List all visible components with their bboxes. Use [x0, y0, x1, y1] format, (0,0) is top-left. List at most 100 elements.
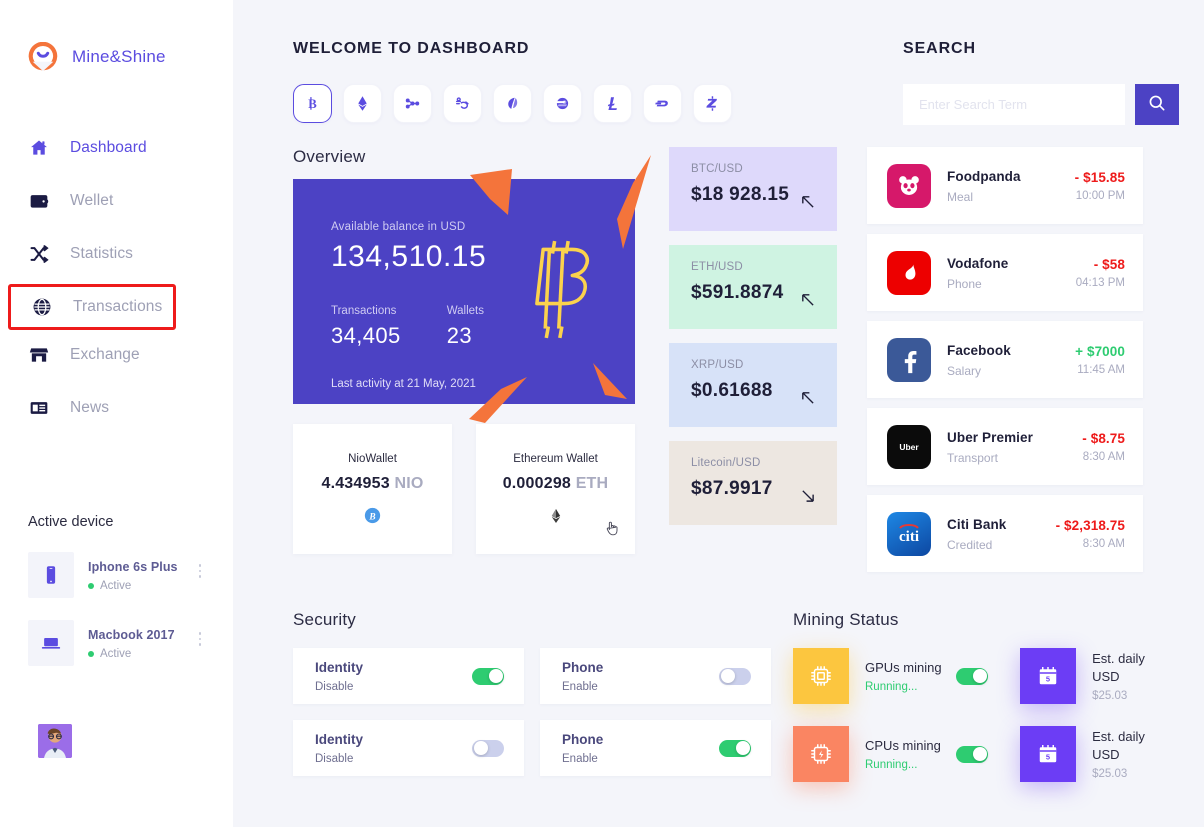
- transaction-time: 11:45 AM: [1077, 363, 1125, 376]
- price-card[interactable]: BTC/USD $18 928.15: [669, 147, 837, 231]
- security-heading: Security: [293, 610, 357, 629]
- price-card[interactable]: XRP/USD $0.61688: [669, 343, 837, 427]
- ripple-icon: [404, 95, 421, 112]
- mineshine-logo-icon: [28, 41, 58, 72]
- sidebar-item-label: Wellet: [70, 192, 114, 209]
- shuffle-icon: [28, 243, 50, 265]
- transaction-row[interactable]: Vodafone Phone - $58 04:13 PM: [867, 234, 1143, 311]
- transaction-info: Uber Premier Transport: [947, 429, 1082, 465]
- mining-toggle[interactable]: [956, 745, 989, 763]
- coin-button-ethereum[interactable]: [343, 84, 382, 123]
- coin-button-dash-circle[interactable]: [543, 84, 582, 123]
- mining-section: Mining Status GPUs mining Running... 5 E…: [793, 610, 1168, 804]
- ethereum-icon: [354, 95, 371, 112]
- store-icon: [28, 344, 50, 366]
- wallet-card[interactable]: Ethereum Wallet 0.000298 ETH: [476, 424, 635, 554]
- device-name: Iphone 6s Plus: [88, 560, 178, 574]
- sidebar-item-news[interactable]: News: [0, 390, 233, 426]
- security-card-sub: Disable: [315, 681, 354, 693]
- dashboard-app: Mine&Shine Dashboard Wellet Statistics T…: [0, 0, 1204, 827]
- security-card[interactable]: Identity Disable: [293, 720, 524, 776]
- price-card[interactable]: Litecoin/USD $87.9917: [669, 441, 837, 525]
- security-toggle[interactable]: [719, 739, 751, 757]
- price-card[interactable]: ETH/USD $591.8874: [669, 245, 837, 329]
- device-list-item[interactable]: Macbook 2017 Active: [0, 620, 233, 666]
- security-toggle[interactable]: [472, 667, 504, 685]
- lower-row: Security Identity Disable Phone Enable I…: [233, 582, 1204, 804]
- sidebar-item-exchange[interactable]: Exchange: [0, 337, 233, 373]
- dash-icon: [654, 95, 671, 112]
- security-card[interactable]: Phone Enable: [540, 720, 771, 776]
- status-dot: [88, 651, 94, 657]
- phone-icon: [28, 552, 74, 598]
- news-icon: [28, 397, 50, 419]
- transaction-row[interactable]: Foodpanda Meal - $15.85 10:00 PM: [867, 147, 1143, 224]
- overview-column: Overview Available balance in USD 134,51…: [293, 147, 651, 554]
- security-card-sub: Disable: [315, 753, 354, 765]
- wallet-name: NioWallet: [348, 452, 397, 465]
- security-card-text: Identity Disable: [315, 659, 363, 693]
- sidebar-item-transactions[interactable]: Transactions: [8, 284, 176, 330]
- transaction-row[interactable]: citi Citi Bank Credited - $2,318.75 8:30…: [867, 495, 1143, 572]
- last-activity: Last activity at 21 May, 2021: [331, 378, 476, 390]
- mining-status-text: Running...: [865, 681, 918, 693]
- security-card-title: Phone: [562, 732, 604, 747]
- wallet-card[interactable]: NioWallet 4.434953 NIO B: [293, 424, 452, 554]
- wallet-amount-value: 0.000298: [502, 474, 572, 492]
- security-toggle[interactable]: [719, 667, 751, 685]
- search-input[interactable]: [903, 84, 1125, 125]
- svg-text:5: 5: [1046, 752, 1050, 761]
- sidebar-item-wellet[interactable]: Wellet: [0, 183, 233, 219]
- security-toggle[interactable]: [472, 739, 504, 757]
- avatar[interactable]: [38, 724, 72, 758]
- mining-toggle[interactable]: [956, 667, 989, 685]
- svg-text:B: B: [368, 512, 375, 522]
- coin-button-bitcoin[interactable]: B: [293, 84, 332, 123]
- wallet-icon: [28, 190, 50, 212]
- neo-icon: [504, 95, 521, 112]
- coin-button-neo[interactable]: [493, 84, 532, 123]
- svg-text:5: 5: [1046, 674, 1050, 683]
- device-menu-button[interactable]: [198, 564, 201, 578]
- sidebar-item-label: Dashboard: [70, 139, 147, 156]
- wallets-stat: Wallets 23: [447, 305, 484, 349]
- transaction-meta: - $2,318.75 8:30 AM: [1056, 518, 1125, 550]
- coin-button-steem[interactable]: [443, 84, 482, 123]
- brand-name: Mine&Shine: [72, 47, 166, 66]
- mining-info: GPUs mining Running...: [865, 659, 950, 693]
- sidebar-item-statistics[interactable]: Statistics: [0, 236, 233, 272]
- device-menu-button[interactable]: [198, 632, 201, 646]
- wallet-amount-value: 4.434953: [321, 474, 390, 492]
- coin-button-dash[interactable]: [643, 84, 682, 123]
- search-icon: [1147, 93, 1167, 116]
- transaction-name: Foodpanda: [947, 168, 1021, 184]
- search-block: SEARCH: [903, 40, 1179, 125]
- device-list-item[interactable]: Iphone 6s Plus Active: [0, 552, 233, 598]
- sidebar-item-dashboard[interactable]: Dashboard: [0, 130, 233, 166]
- coin-selector: B: [293, 84, 903, 123]
- coin-button-zcash[interactable]: [693, 84, 732, 123]
- calendar-icon: 5: [1020, 648, 1077, 704]
- coin-button-litecoin[interactable]: [593, 84, 632, 123]
- transaction-category: Phone: [947, 276, 982, 291]
- brand[interactable]: Mine&Shine: [0, 0, 233, 72]
- uber-logo: Uber: [887, 424, 931, 469]
- trend-up-icon: [802, 294, 814, 306]
- sidebar-item-label: Exchange: [70, 346, 140, 363]
- mining-estimate-label: Est. daily USD: [1092, 729, 1145, 762]
- balance-card: Available balance in USD 134,510.15 Tran…: [293, 155, 651, 423]
- price-value: $0.61688: [691, 380, 773, 401]
- security-card[interactable]: Phone Enable: [540, 648, 771, 704]
- device-info: Macbook 2017 Active: [88, 626, 175, 660]
- transaction-row[interactable]: Facebook Salary + $7000 11:45 AM: [867, 321, 1143, 398]
- transaction-row[interactable]: Uber Uber Premier Transport - $8.75 8:30…: [867, 408, 1143, 485]
- header-row: WELCOME TO DASHBOARD B SEARCH Enter Sear…: [233, 0, 1204, 125]
- svg-text:citi: citi: [899, 529, 919, 545]
- coin-button-ripple[interactable]: [393, 84, 432, 123]
- price-pair: BTC/USD: [691, 163, 743, 175]
- vodafone-logo: [887, 250, 931, 295]
- mining-name: GPUs mining: [865, 660, 942, 675]
- bitcoin-outline-icon: [535, 240, 590, 339]
- security-card[interactable]: Identity Disable: [293, 648, 524, 704]
- search-button[interactable]: [1135, 84, 1179, 125]
